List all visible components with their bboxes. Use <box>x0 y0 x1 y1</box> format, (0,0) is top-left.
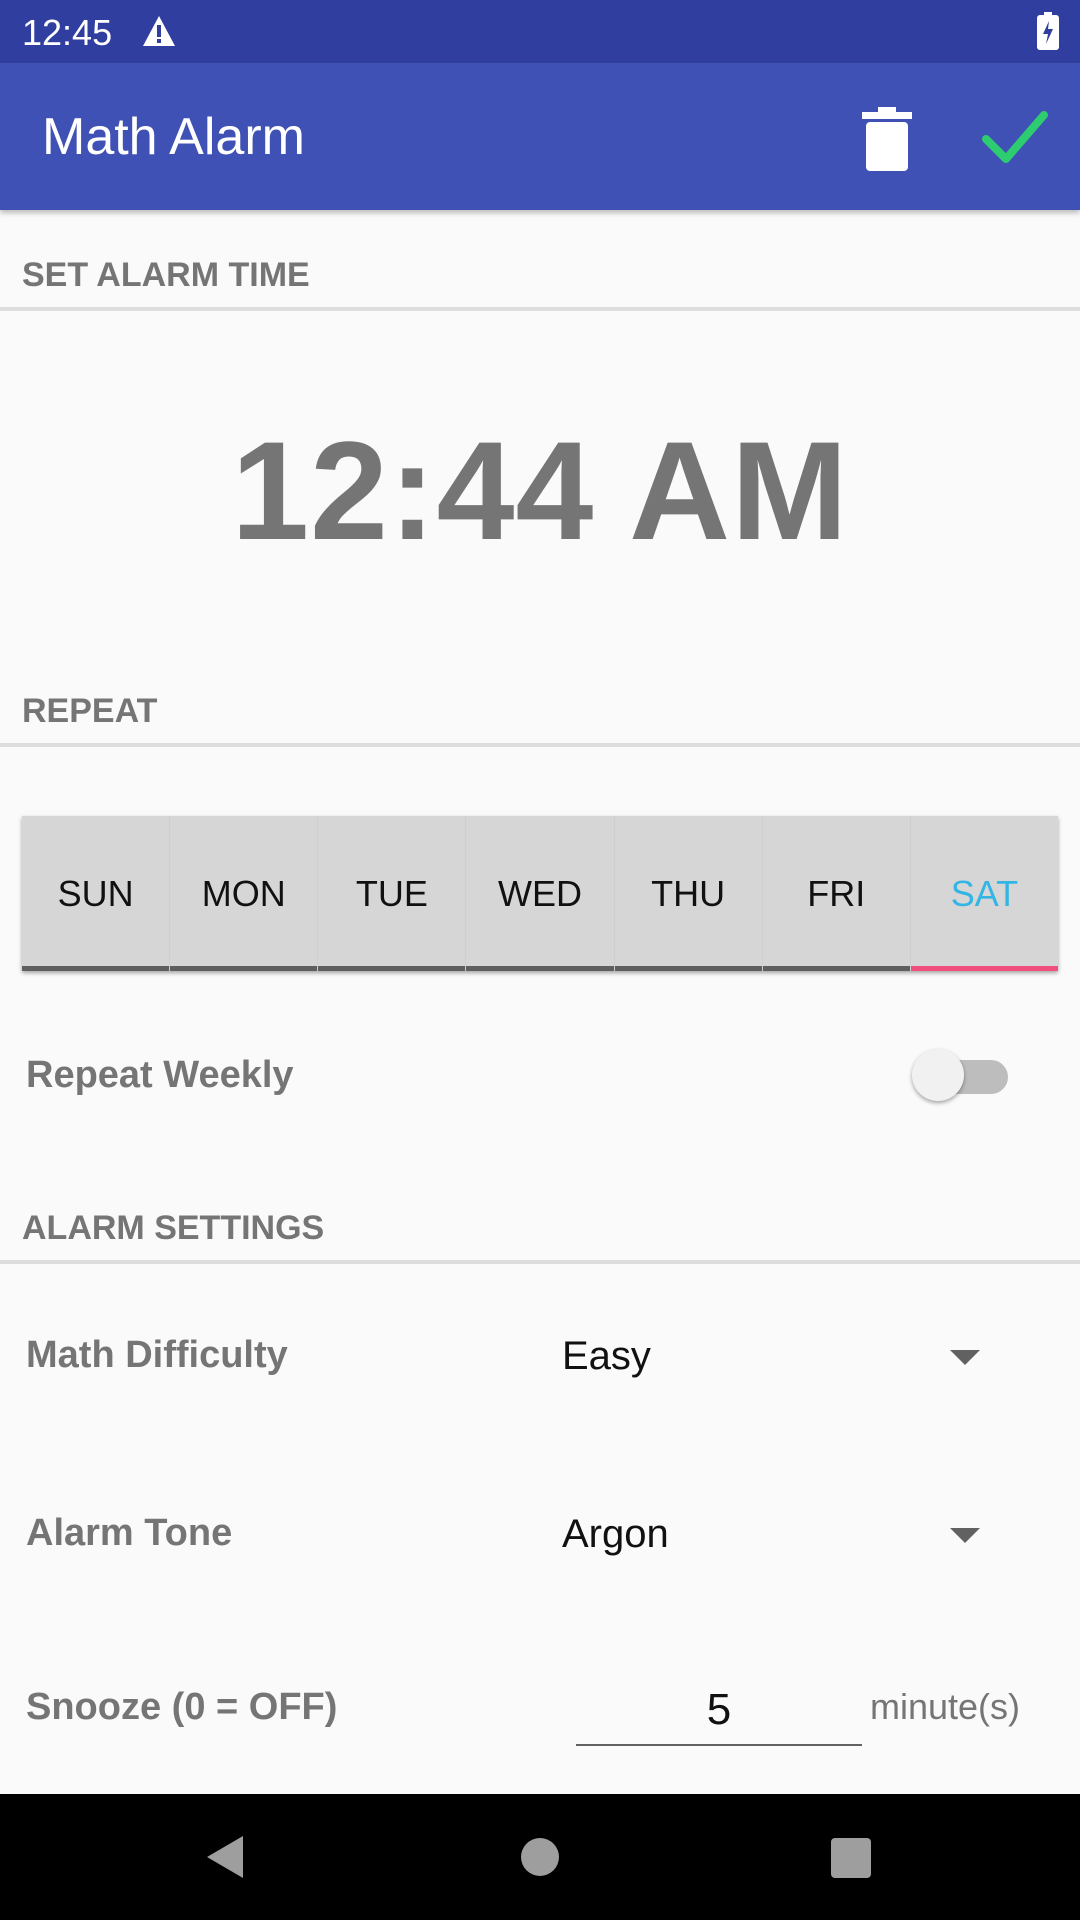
math-difficulty-label: Math Difficulty <box>26 1334 288 1376</box>
day-underline <box>318 966 466 971</box>
day-underline <box>22 966 170 971</box>
day-underline <box>614 966 762 971</box>
dropdown-arrow-icon <box>950 1528 980 1543</box>
day-label: FRI <box>807 872 866 914</box>
trash-icon <box>862 107 912 171</box>
section-header-repeat: REPEAT <box>22 692 158 730</box>
alarm-tone-spinner[interactable]: Argon <box>540 1488 1020 1582</box>
recents-icon[interactable] <box>831 1838 871 1878</box>
day-label: SAT <box>950 872 1019 914</box>
section-header-set-alarm-time: SET ALARM TIME <box>22 256 310 294</box>
back-icon[interactable] <box>205 1834 245 1880</box>
dropdown-arrow-icon <box>950 1350 980 1365</box>
repeat-weekly-label: Repeat Weekly <box>26 1054 294 1096</box>
math-difficulty-value: Easy <box>562 1334 651 1378</box>
divider <box>0 743 1080 747</box>
day-selector: SUN MON TUE WED THU FRI SAT <box>22 816 1058 971</box>
day-tab-fri[interactable]: FRI <box>762 816 911 971</box>
battery-charging-icon <box>1037 12 1059 50</box>
day-tab-mon[interactable]: MON <box>170 816 319 971</box>
day-underline <box>466 966 614 971</box>
day-label: SUN <box>57 872 134 914</box>
snooze-input[interactable] <box>576 1676 862 1746</box>
alarm-time-display[interactable]: 12:44 AM <box>0 410 1080 572</box>
day-label: MON <box>201 872 286 914</box>
alarm-tone-label: Alarm Tone <box>26 1512 233 1554</box>
confirm-button[interactable] <box>980 103 1050 173</box>
snooze-label: Snooze (0 = OFF) <box>26 1686 338 1728</box>
day-tab-wed[interactable]: WED <box>466 816 615 971</box>
day-tab-sun[interactable]: SUN <box>22 816 171 971</box>
day-label: THU <box>651 872 726 914</box>
status-time: 12:45 <box>22 12 113 53</box>
warning-icon <box>141 14 177 48</box>
day-tab-tue[interactable]: TUE <box>318 816 467 971</box>
day-underline <box>910 966 1058 971</box>
home-icon[interactable] <box>521 1838 559 1876</box>
status-bar: 12:45 <box>0 0 1080 63</box>
alarm-tone-value: Argon <box>562 1512 669 1556</box>
section-header-alarm-settings: ALARM SETTINGS <box>22 1209 325 1247</box>
day-label: TUE <box>355 872 428 914</box>
math-difficulty-spinner[interactable]: Easy <box>540 1310 1020 1404</box>
day-underline <box>170 966 318 971</box>
day-label: WED <box>497 872 582 914</box>
toggle-thumb <box>912 1049 964 1101</box>
divider <box>0 307 1080 311</box>
delete-button[interactable] <box>852 99 922 179</box>
repeat-weekly-toggle[interactable] <box>912 1049 1008 1103</box>
snooze-unit: minute(s) <box>870 1686 1021 1727</box>
check-icon <box>982 111 1048 163</box>
divider <box>0 1260 1080 1264</box>
app-title: Math Alarm <box>42 108 305 166</box>
day-tab-thu[interactable]: THU <box>614 816 763 971</box>
day-underline <box>762 966 910 971</box>
day-tab-sat[interactable]: SAT <box>910 816 1058 971</box>
app-bar: Math Alarm <box>0 63 1080 210</box>
navigation-bar <box>0 1794 1080 1920</box>
